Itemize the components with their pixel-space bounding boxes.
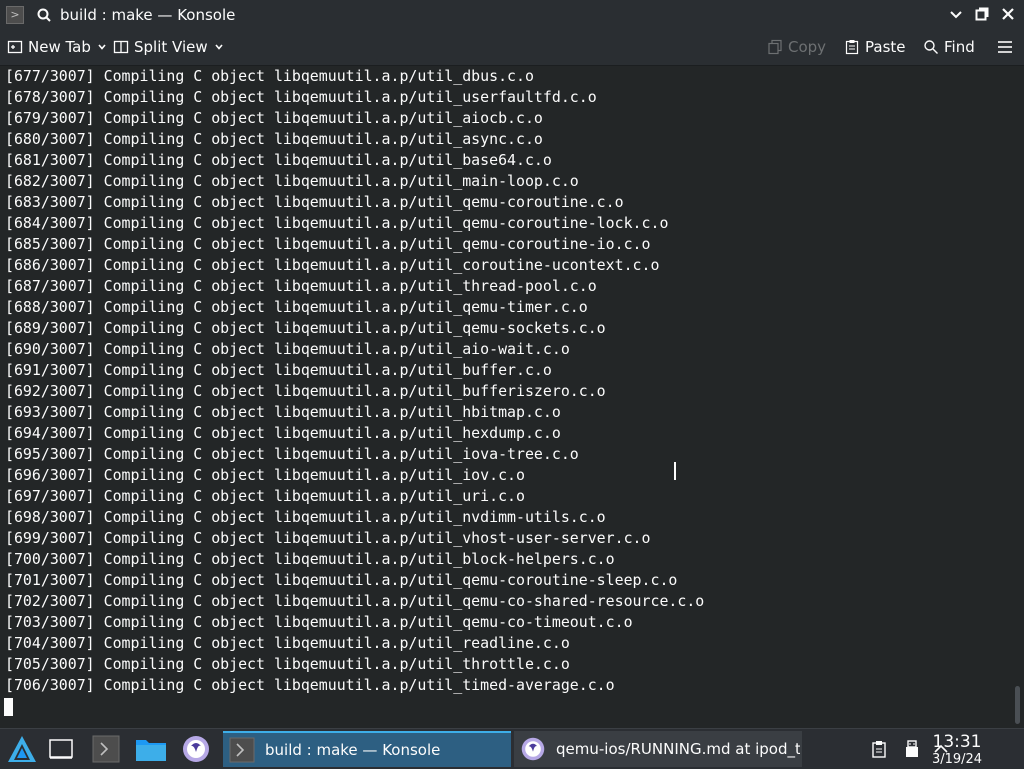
paste-label: Paste — [865, 38, 906, 56]
restore-icon — [975, 7, 989, 21]
terminal-output: [677/3007] Compiling C object libqemuuti… — [5, 66, 704, 696]
close-icon — [1002, 8, 1014, 20]
taskbar: build : make — Konsole qemu-ios/RUNNING.… — [0, 728, 1024, 768]
show-desktop-button[interactable] — [48, 729, 74, 769]
terminal-line: [686/3007] Compiling C object libqemuuti… — [5, 256, 660, 274]
paste-icon — [845, 40, 859, 55]
task-browser-label: qemu-ios/RUNNING.md at ipod_to… — [556, 740, 800, 758]
task-konsole[interactable]: build : make — Konsole — [223, 731, 511, 767]
terminal-line: [706/3007] Compiling C object libqemuuti… — [5, 676, 615, 694]
device-tray-icon[interactable] — [903, 729, 921, 769]
new-tab-button[interactable]: New Tab — [7, 29, 112, 65]
terminal-line: [705/3007] Compiling C object libqemuuti… — [5, 655, 570, 673]
terminal-line: [703/3007] Compiling C object libqemuuti… — [5, 613, 633, 631]
terminal-line: [687/3007] Compiling C object libqemuuti… — [5, 277, 597, 295]
konsole-app-icon[interactable]: > — [6, 5, 24, 24]
find-label: Find — [944, 38, 975, 56]
terminal-cursor — [4, 698, 13, 716]
file-manager-launcher[interactable] — [135, 729, 167, 769]
chevron-down-icon — [950, 11, 962, 19]
hamburger-menu-button[interactable] — [997, 29, 1018, 65]
task-konsole-label: build : make — Konsole — [265, 741, 441, 759]
terminal-icon — [229, 737, 255, 763]
chevron-down-icon — [98, 44, 106, 50]
terminal-line: [688/3007] Compiling C object libqemuuti… — [5, 298, 588, 316]
konsole-launcher[interactable] — [92, 729, 120, 769]
title-bar: > build : make — Konsole — [0, 0, 1024, 29]
menu-icon — [998, 41, 1012, 53]
browser-icon — [183, 736, 209, 762]
terminal-line: [699/3007] Compiling C object libqemuuti… — [5, 529, 651, 547]
terminal-line: [680/3007] Compiling C object libqemuuti… — [5, 130, 543, 148]
minimize-button[interactable] — [946, 4, 966, 24]
scrollbar-thumb[interactable] — [1015, 686, 1020, 724]
search-icon[interactable] — [36, 7, 52, 23]
maximize-button[interactable] — [972, 4, 992, 24]
clipboard-tray-icon[interactable] — [870, 729, 888, 769]
usb-device-icon — [906, 740, 918, 757]
terminal-line: [693/3007] Compiling C object libqemuuti… — [5, 403, 561, 421]
terminal-line: [678/3007] Compiling C object libqemuuti… — [5, 88, 597, 106]
copy-label: Copy — [788, 38, 827, 56]
terminal-line: [684/3007] Compiling C object libqemuuti… — [5, 214, 669, 232]
close-button[interactable] — [998, 4, 1018, 24]
terminal-line: [691/3007] Compiling C object libqemuuti… — [5, 361, 552, 379]
new-tab-label: New Tab — [28, 38, 91, 56]
search-icon — [924, 40, 938, 54]
clock-date: 3/19/24 — [931, 752, 983, 767]
terminal-line: [679/3007] Compiling C object libqemuuti… — [5, 109, 543, 127]
mouse-ibeam-cursor — [674, 462, 676, 480]
terminal-line: [694/3007] Compiling C object libqemuuti… — [5, 424, 561, 442]
folder-icon — [136, 740, 166, 761]
split-view-icon — [113, 40, 129, 54]
copy-button[interactable]: Copy — [767, 29, 826, 65]
terminal-line: [677/3007] Compiling C object libqemuuti… — [5, 67, 534, 85]
desktop-icon — [49, 739, 73, 759]
terminal-line: [695/3007] Compiling C object libqemuuti… — [5, 445, 579, 463]
clock-time: 13:31 — [932, 732, 982, 752]
terminal-line: [704/3007] Compiling C object libqemuuti… — [5, 634, 570, 652]
terminal-line: [690/3007] Compiling C object libqemuuti… — [5, 340, 570, 358]
chevron-down-icon — [215, 44, 223, 50]
toolbar: New Tab Split View Copy Paste Find — [0, 29, 1024, 66]
terminal-line: [698/3007] Compiling C object libqemuuti… — [5, 508, 606, 526]
window-title: build : make — Konsole — [60, 5, 236, 24]
terminal-line: [696/3007] Compiling C object libqemuuti… — [5, 466, 525, 484]
browser-launcher[interactable] — [181, 729, 211, 769]
clock[interactable]: 13:31 3/19/24 — [927, 732, 987, 767]
application-launcher[interactable] — [6, 729, 38, 769]
browser-icon — [521, 737, 545, 761]
terminal-line: [681/3007] Compiling C object libqemuuti… — [5, 151, 552, 169]
task-browser[interactable]: qemu-ios/RUNNING.md at ipod_to… — [514, 731, 802, 767]
terminal-view[interactable]: [677/3007] Compiling C object libqemuuti… — [0, 66, 1012, 728]
terminal-line: [700/3007] Compiling C object libqemuuti… — [5, 550, 615, 568]
terminal-line: [685/3007] Compiling C object libqemuuti… — [5, 235, 651, 253]
clipboard-icon — [872, 741, 886, 758]
terminal-line: [682/3007] Compiling C object libqemuuti… — [5, 172, 579, 190]
terminal-line: [689/3007] Compiling C object libqemuuti… — [5, 319, 606, 337]
terminal-line: [697/3007] Compiling C object libqemuuti… — [5, 487, 525, 505]
terminal-line: [692/3007] Compiling C object libqemuuti… — [5, 382, 606, 400]
terminal-scrollbar[interactable] — [1012, 66, 1024, 728]
split-view-button[interactable]: Split View — [113, 29, 229, 65]
launcher-icon — [8, 736, 36, 762]
paste-button[interactable]: Paste — [844, 29, 906, 65]
terminal-icon — [92, 735, 120, 763]
new-tab-icon — [7, 40, 23, 54]
terminal-line: [683/3007] Compiling C object libqemuuti… — [5, 193, 624, 211]
find-button[interactable]: Find — [923, 29, 975, 65]
terminal-line: [702/3007] Compiling C object libqemuuti… — [5, 592, 705, 610]
copy-icon — [768, 39, 782, 55]
split-view-label: Split View — [134, 38, 208, 56]
terminal-line: [701/3007] Compiling C object libqemuuti… — [5, 571, 678, 589]
